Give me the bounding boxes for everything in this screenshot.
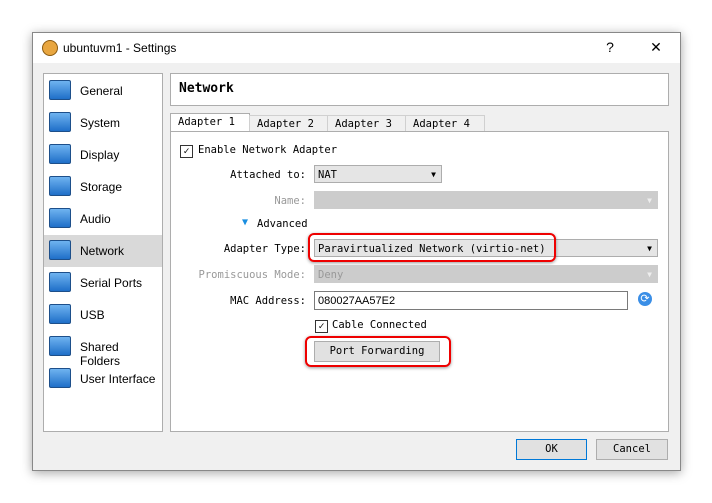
chip-icon — [49, 112, 71, 132]
sidebar-item-label: Serial Ports — [80, 276, 143, 290]
speaker-icon — [49, 208, 71, 228]
dropdown-arrow-icon: ▼ — [647, 196, 652, 205]
page-title: Network — [179, 81, 234, 96]
sidebar-item-network[interactable]: Network — [44, 235, 162, 267]
sidebar-item-general[interactable]: General — [44, 75, 162, 107]
mac-address-label: MAC Address: — [230, 295, 306, 307]
cable-connected-label: Cable Connected — [332, 319, 427, 331]
network-icon — [49, 240, 71, 260]
highlight-adapter-type — [308, 233, 556, 262]
usb-icon — [49, 304, 71, 324]
cable-connected-checkbox[interactable]: ✓ — [315, 320, 328, 333]
sidebar-item-shared-folders[interactable]: Shared Folders — [44, 331, 162, 368]
name-label: Name: — [274, 195, 306, 207]
mac-address-input[interactable]: 080027AA57E2 — [314, 291, 628, 310]
app-icon — [42, 40, 58, 56]
sidebar-item-label: Network — [80, 244, 125, 258]
window-icon — [49, 368, 71, 388]
promiscuous-mode-label: Promiscuous Mode: — [198, 269, 306, 281]
expand-triangle-icon[interactable]: ▼ — [242, 217, 248, 228]
adapter-panel: ✓ Enable Network Adapter Attached to: NA… — [170, 131, 669, 432]
sidebar: General System Display Storage Audio Net… — [43, 73, 163, 432]
settings-window: ubuntuvm1 - Settings ? ✕ General System … — [32, 32, 681, 471]
dropdown-arrow-icon: ▼ — [431, 170, 436, 179]
sidebar-item-label: Audio — [80, 212, 111, 226]
title-bar: ubuntuvm1 - Settings ? ✕ — [33, 33, 680, 63]
name-select: ▼ — [314, 191, 658, 209]
dropdown-arrow-icon: ▼ — [647, 270, 652, 279]
close-button[interactable]: ✕ — [646, 39, 666, 56]
sidebar-item-serial-ports[interactable]: Serial Ports — [44, 267, 162, 299]
attached-to-value: NAT — [318, 169, 337, 181]
sidebar-item-label: USB — [80, 308, 105, 322]
enable-adapter-label: Enable Network Adapter — [198, 144, 338, 156]
folder-icon — [49, 336, 71, 356]
sidebar-item-system[interactable]: System — [44, 107, 162, 139]
highlight-port-forwarding — [305, 336, 451, 367]
advanced-toggle[interactable]: Advanced — [257, 218, 308, 230]
sidebar-item-usb[interactable]: USB — [44, 299, 162, 331]
ok-button[interactable]: OK — [516, 439, 587, 460]
dropdown-arrow-icon: ▼ — [647, 244, 652, 253]
disk-icon — [49, 176, 71, 196]
sidebar-item-storage[interactable]: Storage — [44, 171, 162, 203]
monitor-icon — [49, 80, 71, 100]
attached-to-select[interactable]: NAT ▼ — [314, 165, 442, 183]
sidebar-item-label: Storage — [80, 180, 123, 194]
cancel-button[interactable]: Cancel — [596, 439, 668, 460]
attached-to-label: Attached to: — [230, 169, 306, 181]
sidebar-item-label: User Interface — [80, 372, 156, 386]
sidebar-item-display[interactable]: Display — [44, 139, 162, 171]
adapter-type-label: Adapter Type: — [223, 243, 306, 255]
window-title: ubuntuvm1 - Settings — [63, 41, 177, 55]
enable-adapter-checkbox[interactable]: ✓ — [180, 145, 193, 158]
serial-port-icon — [49, 272, 71, 292]
display-icon — [49, 144, 71, 164]
promiscuous-mode-value: Deny — [318, 269, 344, 281]
refresh-mac-icon[interactable]: ⟳ — [638, 292, 652, 306]
sidebar-item-label: General — [80, 84, 123, 98]
page-header: Network — [170, 73, 669, 106]
promiscuous-mode-select: Deny ▼ — [314, 265, 658, 283]
sidebar-item-user-interface[interactable]: User Interface — [44, 363, 162, 395]
sidebar-item-audio[interactable]: Audio — [44, 203, 162, 235]
sidebar-item-label: Display — [80, 148, 120, 162]
sidebar-item-label: System — [80, 116, 121, 130]
help-button[interactable]: ? — [600, 39, 620, 55]
